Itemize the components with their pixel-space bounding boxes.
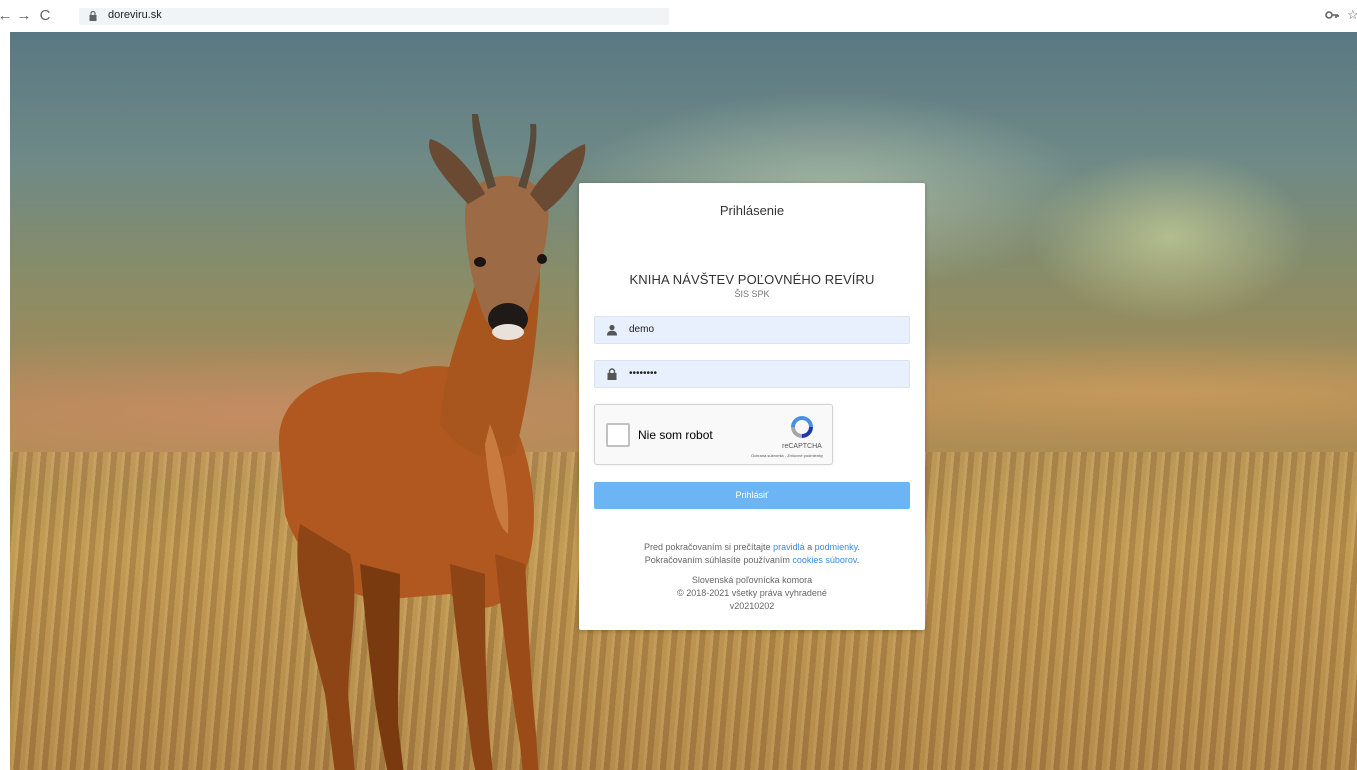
cookies-link[interactable]: cookies súborov	[792, 555, 856, 565]
recaptcha-brand: reCAPTCHA	[782, 443, 822, 450]
login-heading: Prihlásenie	[719, 203, 785, 218]
recaptcha-links[interactable]: Ochrana súkromia - Zmluvné podmienky	[693, 453, 833, 458]
username-value: demo	[629, 324, 655, 335]
login-button[interactable]: Prihlásiť	[594, 482, 910, 509]
url-text: doreviru.sk	[108, 9, 162, 21]
login-card: Prihlásenie KNIHA NÁVŠTEV POĽOVNÉHO REVÍ…	[579, 183, 925, 630]
terms-link[interactable]: podmienky	[815, 542, 858, 552]
rules-link[interactable]: pravidlá	[773, 542, 805, 552]
recaptcha-checkbox[interactable]	[606, 423, 630, 447]
recaptcha-widget: Nie som robot reCAPTCHA Ochrana súkromia…	[594, 404, 833, 465]
user-icon	[607, 324, 617, 336]
footer-text: Pred pokračovaním si prečítajte	[644, 542, 774, 552]
footer-text: .	[857, 542, 860, 552]
browser-toolbar: ← → C doreviru.sk ☆	[0, 0, 1357, 32]
star-icon[interactable]: ☆	[1347, 8, 1357, 22]
password-value: ••••••••	[629, 368, 658, 379]
address-bar[interactable]: doreviru.sk	[79, 8, 669, 25]
username-field[interactable]: demo	[594, 316, 910, 344]
roe-deer-illustration	[278, 114, 586, 770]
footer-text: .	[856, 555, 860, 565]
forward-arrow-icon[interactable]: →	[15, 7, 33, 25]
padlock-icon	[607, 368, 617, 380]
password-field[interactable]: ••••••••	[594, 360, 910, 388]
lock-icon	[89, 10, 97, 21]
footer-organization: Slovenská poľovnícka komora	[691, 575, 813, 585]
recaptcha-label: Nie som robot	[638, 428, 713, 442]
footer-version: v20210202	[729, 601, 775, 611]
footer-text: Pokračovaním súhlasíte používaním	[644, 555, 793, 565]
back-arrow-icon[interactable]: ←	[0, 7, 14, 25]
footer-copyright: © 2018-2021 všetky práva vyhradené	[677, 588, 827, 598]
app-subtitle: ŠIS SPK	[734, 289, 770, 299]
reload-icon[interactable]: C	[36, 7, 54, 25]
footer-text: a	[804, 542, 815, 552]
footer-cookies-line: Pokračovaním súhlasíte používaním cookie…	[579, 555, 925, 565]
app-title: KNIHA NÁVŠTEV POĽOVNÉHO REVÍRU	[629, 272, 875, 287]
recaptcha-logo-icon	[791, 416, 813, 438]
footer-rules-line: Pred pokračovaním si prečítajte pravidlá…	[579, 542, 925, 552]
key-icon[interactable]	[1325, 9, 1339, 21]
